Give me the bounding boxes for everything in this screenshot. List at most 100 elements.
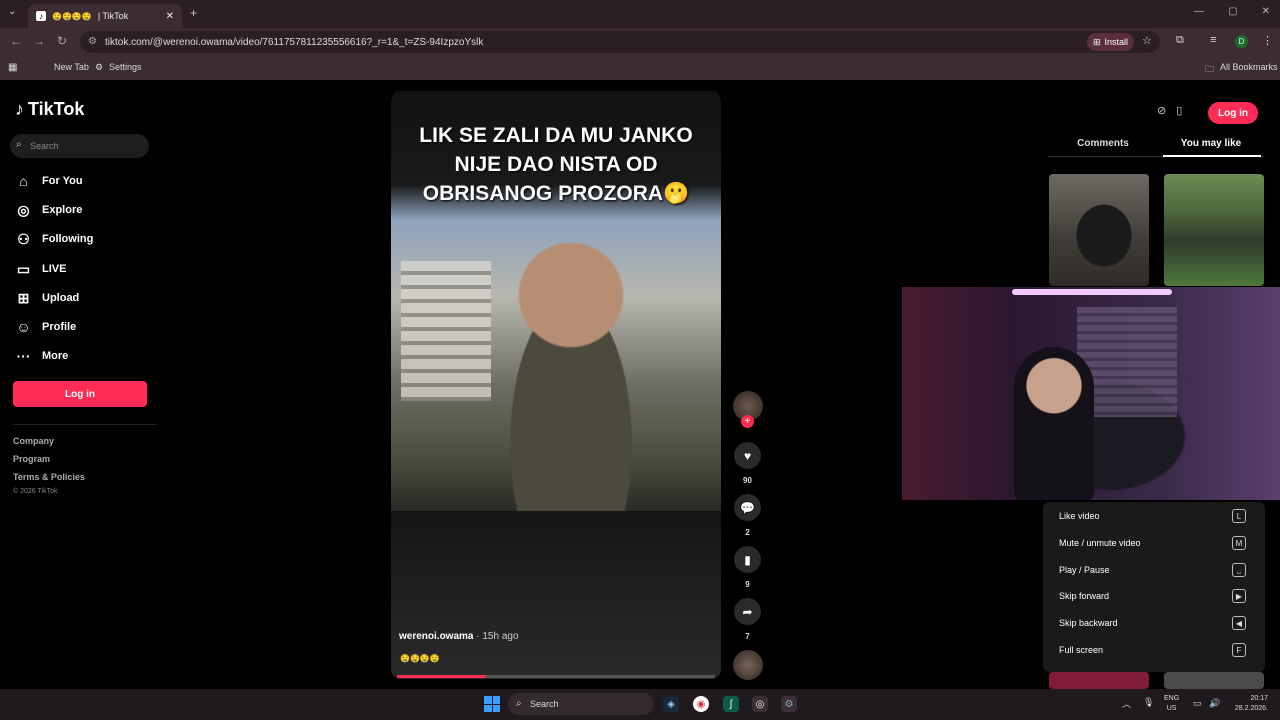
taskbar-search-label: Search [530, 699, 559, 709]
music-disc-icon[interactable] [733, 650, 763, 680]
nav-label: Profile [42, 321, 77, 333]
nav-more[interactable]: ··· More [15, 346, 69, 366]
mobile-device-icon[interactable]: ▯ [1176, 104, 1182, 117]
site-info-icon[interactable]: ⚙ [88, 36, 97, 47]
tiktok-note-icon: ♪ [15, 99, 24, 119]
search-input[interactable]: ⌕ Search [10, 134, 149, 158]
comment-icon[interactable]: 💬 [734, 494, 761, 521]
webcam-led-light [1012, 289, 1172, 295]
shortcut-skip-forward: Skip forward [1059, 591, 1110, 601]
tiktok-favicon-icon: ♪ [36, 11, 46, 21]
chrome-icon[interactable]: ◉ [693, 696, 709, 712]
nav-profile[interactable]: ☺ Profile [15, 317, 76, 337]
bookmark-icon[interactable]: ▮ [734, 546, 761, 573]
suggested-video-thumbnail[interactable] [1049, 672, 1149, 689]
sidebar-login-button[interactable]: Log in [13, 381, 147, 407]
profile-avatar[interactable]: D [1235, 35, 1248, 48]
like-heart-icon[interactable]: ♥ [734, 442, 761, 469]
coin-icon[interactable]: ⊘ [1157, 104, 1166, 117]
steam-icon[interactable]: ◈ [663, 696, 679, 712]
tab-comments[interactable]: Comments [1050, 138, 1156, 149]
all-bookmarks[interactable]: All Bookmarks [1220, 62, 1278, 72]
nav-for-you[interactable]: ⌂ For You [15, 171, 82, 191]
footer-terms-link[interactable]: Terms & Policies [13, 472, 85, 482]
network-icon[interactable]: ▭ [1193, 698, 1202, 709]
shortcut-key: ◀ [1232, 616, 1246, 630]
video-description-emojis: 🤤🤤🤤🤤 [400, 654, 440, 663]
sidebar-divider [13, 424, 157, 425]
shortcut-key: F [1232, 643, 1246, 657]
browser-tab[interactable]: ♪ 🤤🤤🤤🤤 | TikTok ✕ [28, 4, 182, 28]
window-controls: — ▢ ✕ [1194, 6, 1270, 17]
nav-explore[interactable]: ◎ Explore [15, 200, 82, 220]
windows-start-icon[interactable] [484, 696, 500, 712]
shortcut-play-pause: Play / Pause [1059, 565, 1110, 575]
tray-chevron-icon[interactable]: ︿ [1122, 697, 1131, 710]
apps-grid-icon[interactable]: ▦ [8, 62, 17, 73]
suggested-video-thumbnail[interactable] [1164, 672, 1264, 689]
language-indicator[interactable]: ENG US [1164, 694, 1179, 714]
maximize-icon[interactable]: ▢ [1228, 6, 1237, 17]
back-icon[interactable]: ← [10, 34, 22, 48]
media-icon[interactable]: ≡ [1210, 34, 1216, 46]
nav-upload[interactable]: ⊞ Upload [15, 288, 80, 308]
system-clock[interactable]: 20:17 28.2.2026. [1226, 694, 1268, 714]
browser-menu-icon[interactable]: ⋮ [1262, 34, 1273, 47]
shortcut-mute: Mute / unmute video [1059, 538, 1141, 548]
tab-close-icon[interactable]: ✕ [166, 11, 174, 22]
install-icon: ⊞ [1093, 36, 1101, 47]
close-window-icon[interactable]: ✕ [1262, 6, 1270, 17]
new-tab-button[interactable]: + [190, 6, 197, 20]
nav-following[interactable]: ⚇ Following [15, 229, 93, 249]
microphone-icon[interactable]: 🎙 [1143, 697, 1154, 710]
following-icon: ⚇ [17, 230, 30, 247]
volume-icon[interactable]: 🔊 [1209, 698, 1220, 709]
clock-date: 28.2.2026. [1234, 705, 1268, 712]
video-author[interactable]: werenoi.owama · 15h ago [399, 631, 519, 642]
compass-icon: ◎ [17, 201, 30, 218]
system-tray: ︿ 🎙 [1122, 697, 1154, 710]
bookmark-settings[interactable]: Settings [109, 62, 142, 72]
address-bar[interactable]: ⚙ tiktok.com/@werenoi.owama/video/761175… [80, 31, 1160, 53]
active-tab-indicator [1163, 155, 1261, 157]
search-icon: ⌕ [16, 139, 22, 150]
share-arrow-icon[interactable]: ➦ [734, 598, 761, 625]
reload-icon[interactable]: ↻ [57, 34, 67, 48]
tab-you-may-like[interactable]: You may like [1162, 138, 1260, 149]
suggested-video-thumbnail[interactable] [1164, 174, 1264, 286]
app-icon[interactable]: ʃ [723, 696, 739, 712]
nav-live[interactable]: ▭ LIVE [15, 259, 67, 279]
tiktok-logo[interactable]: ♪ TikTok [15, 99, 84, 120]
install-label: Install [1104, 37, 1129, 47]
follow-plus-icon[interactable]: + [741, 415, 754, 428]
shortcut-key: L [1232, 509, 1246, 523]
taskbar-search[interactable]: ⌕ Search [508, 693, 654, 715]
settings-gear-icon[interactable]: ⚙ [95, 62, 103, 73]
profile-icon: ☺ [16, 319, 31, 335]
tab-search-icon[interactable]: ⌄ [8, 6, 16, 17]
settings-app-icon[interactable]: ⚙ [781, 696, 797, 712]
obs-icon[interactable]: ◎ [752, 696, 768, 712]
install-app-button[interactable]: ⊞ Install [1087, 33, 1135, 51]
bookmark-new-tab[interactable]: New Tab [54, 62, 89, 72]
live-icon: ▭ [16, 260, 31, 277]
author-name[interactable]: werenoi.owama [399, 631, 473, 642]
tab-title: | TikTok [97, 11, 129, 21]
more-icon: ··· [16, 348, 31, 364]
forward-icon[interactable]: → [33, 34, 45, 48]
bookmarks-bar: ▦ New Tab ⚙ Settings 🗀 All Bookmarks [0, 56, 1280, 80]
extensions-icon[interactable]: ⧉ [1176, 34, 1184, 47]
minimize-icon[interactable]: — [1194, 6, 1204, 17]
video-scene-car-door [391, 511, 721, 679]
footer-program-link[interactable]: Program [13, 454, 50, 464]
video-progress-fill [397, 675, 487, 678]
suggested-video-thumbnail[interactable] [1049, 174, 1149, 286]
footer-company-link[interactable]: Company [13, 436, 54, 446]
video-progress-bar[interactable] [397, 675, 715, 678]
nav-label: More [42, 350, 69, 362]
lang-bottom: US [1166, 705, 1177, 712]
bookmark-star-icon[interactable]: ☆ [1142, 34, 1152, 47]
like-count: 90 [743, 476, 752, 485]
video-scene-building [401, 261, 491, 401]
header-login-button[interactable]: Log in [1208, 102, 1258, 124]
